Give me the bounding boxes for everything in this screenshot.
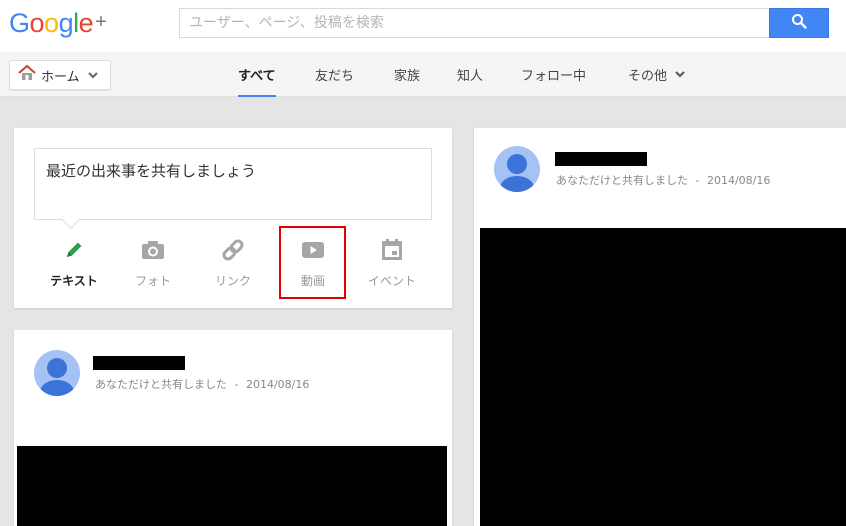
logo-letter: o — [29, 8, 45, 38]
share-prompt: 最近の出来事を共有しましょう — [46, 162, 257, 180]
search-button[interactable] — [769, 8, 829, 38]
camera-icon — [113, 236, 193, 264]
search-bar — [179, 8, 829, 38]
share-button-label: テキスト — [50, 274, 98, 288]
share-photo-button[interactable]: フォト — [113, 236, 193, 294]
link-icon — [193, 236, 273, 264]
tab-following[interactable]: フォロー中 — [521, 52, 586, 97]
tab-label: すべて — [238, 69, 276, 84]
logo-letter: e — [78, 8, 94, 38]
share-box-card: 最近の出来事を共有しましょう テキスト フォト リンク 動画 イベント — [14, 128, 452, 308]
tab-label: フォロー中 — [521, 69, 587, 84]
post-date[interactable]: 2014/08/16 — [246, 378, 309, 391]
calendar-icon — [352, 236, 432, 264]
post-author-name[interactable] — [555, 152, 647, 166]
avatar[interactable] — [494, 146, 540, 192]
tab-more[interactable]: その他 — [628, 52, 685, 97]
logo-plus: + — [95, 11, 107, 33]
share-input[interactable]: 最近の出来事を共有しましょう — [34, 148, 432, 220]
chevron-down-icon — [675, 67, 685, 82]
post-meta: あなただけと共有しました - 2014/08/16 — [95, 376, 309, 392]
chevron-down-icon — [87, 68, 98, 83]
search-icon — [791, 13, 807, 33]
pencil-icon — [34, 236, 114, 264]
top-bar: G o o g l e + — [0, 0, 846, 52]
tab-acquaintances[interactable]: 知人 — [457, 52, 483, 97]
logo-letter: G — [9, 8, 30, 38]
post-card: あなただけと共有しました - 2014/08/16 — [474, 128, 846, 526]
share-button-label: イベント — [367, 274, 416, 288]
logo-letter: g — [58, 8, 74, 38]
tab-label: 家族 — [394, 69, 421, 84]
share-text-button[interactable]: テキスト — [34, 236, 114, 294]
tab-all[interactable]: すべて — [238, 52, 276, 97]
share-button-label: リンク — [214, 274, 251, 288]
home-label: ホーム — [41, 69, 80, 85]
post-separator: - — [234, 378, 239, 391]
post-separator: - — [695, 174, 700, 187]
home-dropdown-button[interactable]: ホーム — [9, 60, 111, 90]
video-button-highlight — [279, 226, 346, 299]
post-card: あなただけと共有しました - 2014/08/16 — [14, 330, 452, 526]
home-icon — [18, 64, 36, 85]
post-media[interactable] — [17, 446, 447, 526]
stream-nav: ホーム すべて 友だち 家族 知人 フォロー中 その他 — [0, 52, 846, 97]
search-input[interactable] — [180, 9, 769, 37]
tab-label: 友だち — [315, 69, 355, 84]
share-event-button[interactable]: イベント — [352, 236, 432, 294]
share-button-label: フォト — [134, 274, 171, 288]
post-media[interactable] — [480, 228, 846, 526]
tab-label: その他 — [628, 69, 668, 84]
tab-friends[interactable]: 友だち — [315, 52, 354, 97]
post-author-name[interactable] — [93, 356, 185, 370]
share-link-button[interactable]: リンク — [193, 236, 273, 294]
post-visibility: あなただけと共有しました — [556, 174, 688, 187]
google-plus-logo[interactable]: G o o g l e + — [9, 5, 107, 45]
post-date[interactable]: 2014/08/16 — [707, 174, 770, 187]
tab-label: 知人 — [457, 69, 484, 84]
tab-family[interactable]: 家族 — [394, 52, 420, 97]
avatar[interactable] — [34, 350, 80, 396]
post-meta: あなただけと共有しました - 2014/08/16 — [556, 172, 770, 188]
logo-letter: o — [44, 8, 59, 38]
post-visibility: あなただけと共有しました — [95, 378, 227, 391]
